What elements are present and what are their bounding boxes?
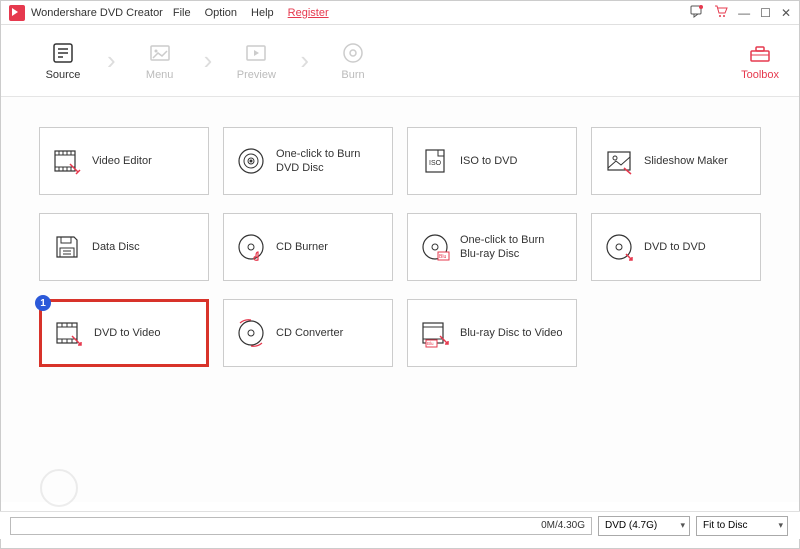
floppy-icon xyxy=(52,232,82,262)
tool-card-cd-converter[interactable]: CD Converter xyxy=(223,299,393,367)
toolbox-label: Toolbox xyxy=(741,69,779,81)
tool-label: Data Disc xyxy=(92,240,140,254)
disc-copy-icon xyxy=(604,232,634,262)
tool-label: ISO to DVD xyxy=(460,154,517,168)
tool-card-slideshow[interactable]: Slideshow Maker xyxy=(591,127,761,195)
app-title: Wondershare DVD Creator xyxy=(31,7,163,19)
disc-convert-icon xyxy=(236,318,266,348)
progress-bar: 0M/4.30G xyxy=(10,517,592,535)
tool-label: DVD to Video xyxy=(94,326,160,340)
tool-card-one-click-dvd[interactable]: One-click to Burn DVD Disc xyxy=(223,127,393,195)
tool-card-dvd-to-dvd[interactable]: DVD to DVD xyxy=(591,213,761,281)
svg-text:Blu: Blu xyxy=(439,254,446,260)
step-label: Burn xyxy=(341,69,364,81)
register-link[interactable]: Register xyxy=(288,7,329,19)
fit-mode-select[interactable]: Fit to Disc xyxy=(696,516,788,536)
iso-file-icon: ISO xyxy=(420,146,450,176)
window-controls: — ☐ ✕ xyxy=(690,4,791,21)
tool-card-dvd-to-video[interactable]: 1DVD to Video xyxy=(39,299,209,367)
watermark xyxy=(40,469,78,502)
tool-card-iso-to-dvd[interactable]: ISO ISO to DVD xyxy=(407,127,577,195)
tool-label: Video Editor xyxy=(92,154,152,168)
step-menu[interactable]: Menu xyxy=(118,31,202,91)
minimize-icon[interactable]: — xyxy=(738,6,750,20)
disc-target-icon xyxy=(236,146,266,176)
menu-icon xyxy=(148,41,172,65)
tool-card-cd-burner[interactable]: CD Burner xyxy=(223,213,393,281)
statusbar: 0M/4.30G DVD (4.7G) Fit to Disc xyxy=(0,511,800,539)
feedback-icon[interactable] xyxy=(690,4,704,21)
step-number-badge: 1 xyxy=(35,295,51,311)
preview-icon xyxy=(244,41,268,65)
tool-label: One-click to Burn Blu-ray Disc xyxy=(460,233,564,262)
menu-option[interactable]: Option xyxy=(205,7,237,19)
toolbox-button[interactable]: Toolbox xyxy=(741,41,779,81)
step-burn[interactable]: Burn xyxy=(311,31,395,91)
tool-label: Blu-ray Disc to Video xyxy=(460,326,563,340)
step-label: Source xyxy=(46,69,81,81)
disc-type-select[interactable]: DVD (4.7G) xyxy=(598,516,690,536)
toolbox-icon xyxy=(748,41,772,65)
bluray-target-icon: Blu xyxy=(420,232,450,262)
svg-text:ISO: ISO xyxy=(429,160,442,167)
tool-label: One-click to Burn DVD Disc xyxy=(276,147,380,176)
close-icon[interactable]: ✕ xyxy=(781,6,791,20)
tool-card-bluray-to-video[interactable]: Blu Blu-ray Disc to Video xyxy=(407,299,577,367)
tool-label: CD Burner xyxy=(276,240,328,254)
menu-file[interactable]: File xyxy=(173,7,191,19)
cart-icon[interactable] xyxy=(714,4,728,21)
chevron-icon: › xyxy=(202,45,215,76)
maximize-icon[interactable]: ☐ xyxy=(760,6,771,20)
chevron-icon: › xyxy=(298,45,311,76)
app-logo-icon xyxy=(9,5,25,21)
step-label: Preview xyxy=(237,69,276,81)
menu-help[interactable]: Help xyxy=(251,7,274,19)
step-preview[interactable]: Preview xyxy=(214,31,298,91)
tool-label: Slideshow Maker xyxy=(644,154,728,168)
disc-music-icon xyxy=(236,232,266,262)
tool-card-video-editor[interactable]: Video Editor xyxy=(39,127,209,195)
tool-label: DVD to DVD xyxy=(644,240,706,254)
menu-bar: File Option Help xyxy=(173,7,274,19)
tool-label: CD Converter xyxy=(276,326,343,340)
step-source[interactable]: Source xyxy=(21,31,105,91)
step-label: Menu xyxy=(146,69,174,81)
titlebar: Wondershare DVD Creator File Option Help… xyxy=(1,1,799,25)
film-edit-icon xyxy=(52,146,82,176)
bluray-export-icon: Blu xyxy=(420,318,450,348)
progress-text: 0M/4.30G xyxy=(541,520,585,531)
burn-icon xyxy=(341,41,365,65)
step-ribbon: Source › Menu › Preview › Burn Toolbox xyxy=(1,25,799,97)
tool-card-data-disc[interactable]: Data Disc xyxy=(39,213,209,281)
source-icon xyxy=(51,41,75,65)
film-export-icon xyxy=(54,318,84,348)
picture-icon xyxy=(604,146,634,176)
tool-grid: Video Editor One-click to Burn DVD Disc IS… xyxy=(41,127,759,367)
chevron-icon: › xyxy=(105,45,118,76)
fit-mode-value: Fit to Disc xyxy=(703,520,747,531)
tool-card-one-click-bluray[interactable]: Blu One-click to Burn Blu-ray Disc xyxy=(407,213,577,281)
disc-type-value: DVD (4.7G) xyxy=(605,520,657,531)
svg-text:Blu: Blu xyxy=(427,341,434,346)
content-area: Video Editor One-click to Burn DVD Disc IS… xyxy=(1,97,799,502)
